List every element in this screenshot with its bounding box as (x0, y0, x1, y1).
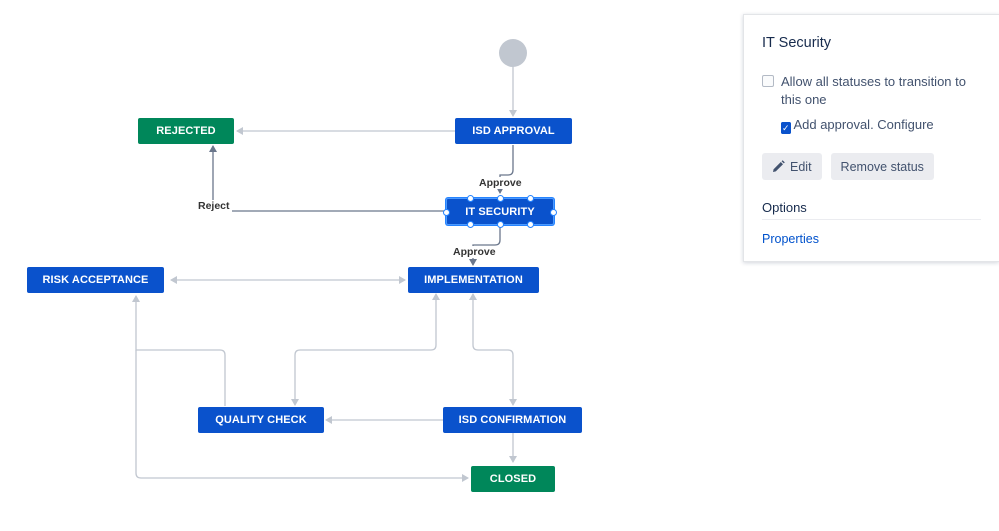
resize-handle[interactable] (550, 209, 557, 216)
status-label: REJECTED (156, 125, 216, 137)
allow-all-label: Allow all statuses to transition to this… (781, 74, 966, 107)
status-rejected[interactable]: REJECTED (138, 118, 234, 144)
edge-implementation-quality-check (291, 293, 440, 406)
status-risk-acceptance[interactable]: RISK ACCEPTANCE (27, 267, 164, 293)
status-label: IMPLEMENTATION (424, 274, 523, 286)
status-isd-confirmation[interactable]: ISD CONFIRMATION (443, 407, 582, 433)
start-node[interactable] (499, 39, 527, 67)
status-label: QUALITY CHECK (215, 414, 307, 426)
properties-link[interactable]: Properties (762, 232, 981, 246)
panel-title: IT Security (762, 35, 832, 51)
status-label: ISD APPROVAL (472, 125, 555, 137)
edit-button[interactable]: Edit (762, 153, 822, 180)
status-closed[interactable]: CLOSED (471, 466, 555, 492)
status-label: IT SECURITY (465, 205, 535, 218)
resize-handle[interactable] (467, 221, 474, 228)
resize-handle[interactable] (443, 209, 450, 216)
status-label: CLOSED (489, 473, 537, 485)
resize-handle[interactable] (467, 195, 474, 202)
status-implementation[interactable]: IMPLEMENTATION (408, 267, 539, 293)
transition-label-approve[interactable]: Approve (477, 177, 524, 189)
add-approval-checkbox[interactable]: ✓ (781, 122, 791, 134)
pencil-icon (773, 160, 785, 172)
remove-status-button[interactable]: Remove status (830, 153, 934, 180)
edge-quality-check-risk (132, 295, 226, 406)
add-approval-option[interactable]: ✓ Add approval. Configure (762, 116, 981, 134)
status-label: ISD CONFIRMATION (458, 414, 567, 426)
remove-button-label: Remove status (840, 159, 924, 174)
status-isd-approval[interactable]: ISD APPROVAL (455, 118, 572, 144)
transition-label-reject[interactable]: Reject (196, 200, 232, 212)
resize-handle[interactable] (497, 195, 504, 202)
edit-button-label: Edit (790, 159, 812, 174)
edge-implementation-isd-confirmation (469, 293, 517, 406)
resize-handle[interactable] (527, 195, 534, 202)
transition-lines (132, 66, 517, 482)
allow-all-statuses-option[interactable]: Allow all statuses to transition to this… (762, 73, 981, 109)
transition-label-approve[interactable]: Approve (451, 246, 498, 258)
workflow-diagram: REJECTED ISD APPROVAL IT SECURITY RISK A… (0, 0, 740, 531)
status-quality-check[interactable]: QUALITY CHECK (198, 407, 324, 433)
allow-all-checkbox[interactable] (762, 75, 774, 87)
status-it-security[interactable]: IT SECURITY (443, 195, 557, 228)
status-label: RISK ACCEPTANCE (42, 274, 149, 286)
edge-it-security-rejected (209, 145, 445, 212)
resize-handle[interactable] (527, 221, 534, 228)
options-heading: Options (762, 200, 981, 220)
add-approval-label[interactable]: Add approval. Configure (793, 117, 933, 132)
status-properties-panel: IT Security Allow all statuses to transi… (743, 14, 999, 262)
resize-handle[interactable] (497, 221, 504, 228)
